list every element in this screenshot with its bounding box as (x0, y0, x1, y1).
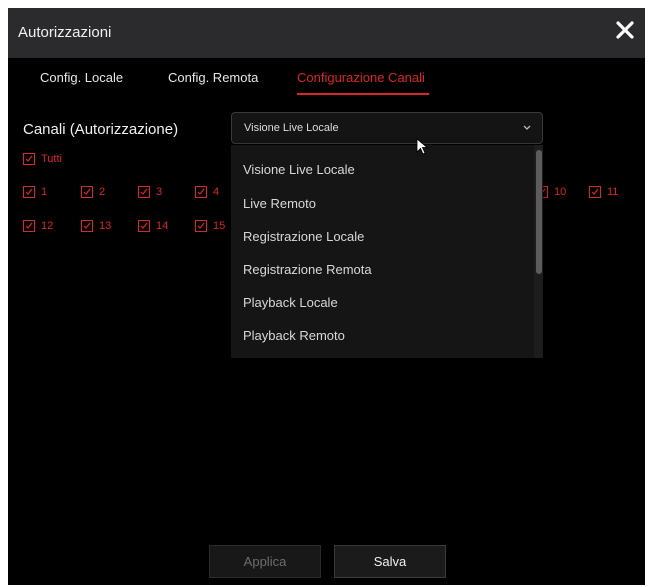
checkbox-checked-icon (23, 153, 35, 165)
tab-config-locale[interactable]: Config. Locale (40, 70, 123, 93)
checkbox-channel[interactable]: 3 (138, 186, 162, 198)
permission-type-select[interactable]: Visione Live Locale (231, 112, 543, 144)
checkbox-channel[interactable]: 4 (195, 186, 219, 198)
dropdown-option[interactable]: Live Remoto (243, 196, 316, 211)
checkbox-channel[interactable]: 13 (81, 220, 111, 232)
checkbox-all[interactable]: Tutti (23, 153, 62, 165)
checkbox-label: Tutti (41, 153, 62, 165)
checkbox-checked-icon (23, 220, 35, 232)
channels-permission-label: Canali (Autorizzazione) (23, 121, 179, 138)
close-button[interactable] (613, 18, 637, 42)
title-bar: Autorizzazioni (8, 8, 645, 58)
checkbox-label: 14 (156, 220, 169, 232)
checkbox-checked-icon (138, 220, 150, 232)
select-value: Visione Live Locale (244, 122, 339, 134)
checkbox-checked-icon (195, 186, 207, 198)
checkbox-checked-icon (195, 220, 207, 232)
dropdown-option[interactable]: Registrazione Locale (243, 229, 364, 244)
checkbox-checked-icon (138, 186, 150, 198)
checkbox-label: 13 (99, 220, 112, 232)
mouse-pointer-icon (416, 138, 429, 155)
checkbox-label: 1 (41, 186, 48, 198)
checkbox-channel[interactable]: 15 (195, 220, 225, 232)
close-icon (616, 21, 634, 39)
dropdown-option[interactable]: Registrazione Remota (243, 262, 372, 277)
tab-bar: Config. Locale Config. Remota Configuraz… (8, 70, 645, 100)
apply-button[interactable]: Applica (209, 545, 321, 578)
tab-configurazione-canali[interactable]: Configurazione Canali (297, 70, 429, 95)
checkbox-label: 12 (41, 220, 54, 232)
save-button[interactable]: Salva (334, 545, 446, 578)
dialog-title: Autorizzazioni (18, 24, 112, 41)
checkbox-label: 3 (156, 186, 163, 198)
dropdown-option[interactable]: Playback Locale (243, 295, 338, 310)
checkbox-channel[interactable]: 2 (81, 186, 105, 198)
checkbox-label: 15 (213, 220, 226, 232)
tab-config-remota[interactable]: Config. Remota (168, 70, 258, 93)
permission-type-dropdown: Visione Live Locale Live Remoto Registra… (231, 145, 543, 358)
checkbox-channel[interactable]: 1 (23, 186, 47, 198)
checkbox-checked-icon (23, 186, 35, 198)
checkbox-channel[interactable]: 12 (23, 220, 53, 232)
dropdown-option[interactable]: Visione Live Locale (243, 162, 355, 177)
checkbox-channel[interactable]: 11 (589, 186, 618, 198)
checkbox-label: 11 (607, 186, 619, 198)
scrollbar-thumb[interactable] (536, 150, 542, 274)
checkbox-label: 10 (554, 186, 567, 198)
checkbox-label: 2 (99, 186, 106, 198)
permissions-dialog: Autorizzazioni Config. Locale Config. Re… (8, 8, 645, 585)
chevron-down-icon (523, 125, 531, 130)
checkbox-label: 4 (213, 186, 220, 198)
dropdown-option[interactable]: Playback Remoto (243, 328, 345, 343)
checkbox-checked-icon (81, 220, 93, 232)
checkbox-checked-icon (81, 186, 93, 198)
checkbox-channel[interactable]: 14 (138, 220, 168, 232)
checkbox-checked-icon (589, 186, 601, 198)
